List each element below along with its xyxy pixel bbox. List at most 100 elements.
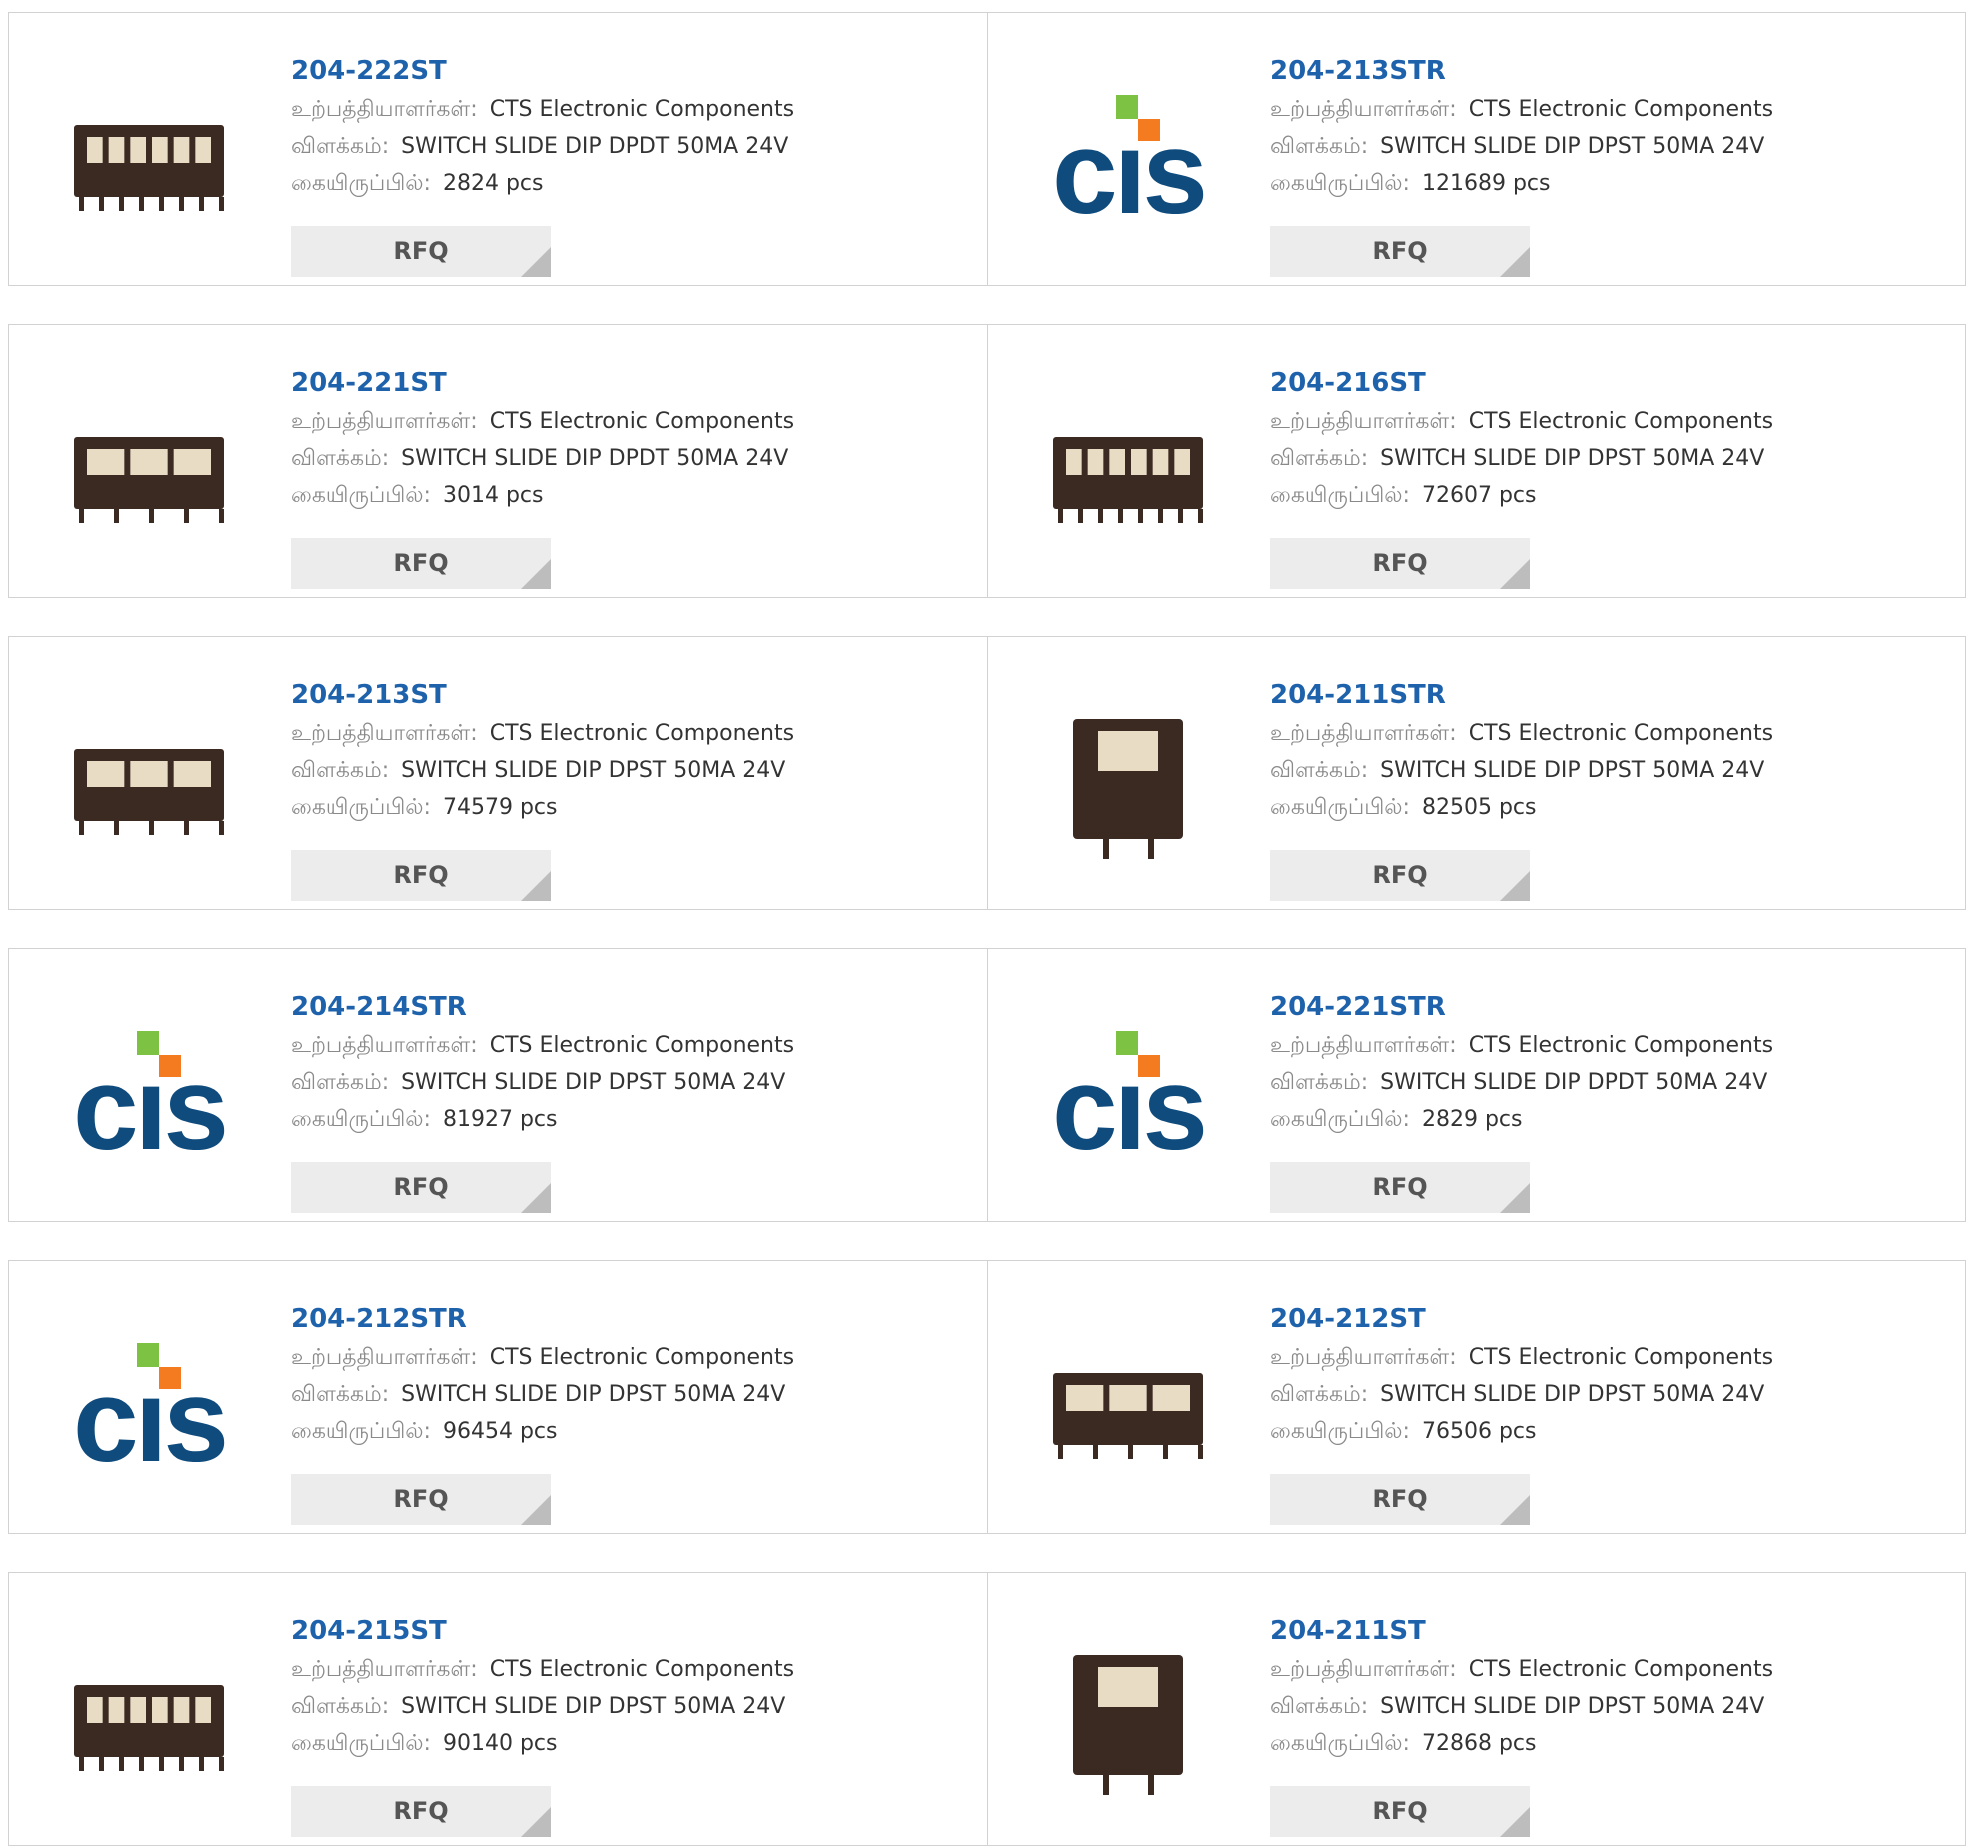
product-image[interactable]: cıs bbox=[1028, 991, 1228, 1191]
description-label: விளக்கம்: bbox=[291, 1382, 390, 1407]
stock-row: கையிருப்பில்: 76506 pcs bbox=[1270, 1413, 1955, 1450]
stock-row: கையிருப்பில்: 96454 pcs bbox=[291, 1413, 977, 1450]
manufacturer-value: CTS Electronic Components bbox=[489, 721, 795, 746]
corner-fold-icon bbox=[1500, 559, 1530, 589]
corner-fold-icon bbox=[1500, 871, 1530, 901]
description-value: SWITCH SLIDE DIP DPDT 50MA 24V bbox=[1380, 1070, 1768, 1095]
part-number-link[interactable]: 204-213STR bbox=[1270, 51, 1955, 91]
rfq-button[interactable]: RFQ bbox=[291, 538, 551, 589]
product-info: 204-215ST உற்பத்தியாளர்கள்: CTS Electroni… bbox=[291, 1611, 977, 1762]
corner-fold-icon bbox=[521, 871, 551, 901]
stock-value: 74579 pcs bbox=[442, 795, 558, 820]
product-image[interactable] bbox=[49, 679, 249, 879]
product-image[interactable] bbox=[1028, 367, 1228, 567]
product-image[interactable]: cıs bbox=[49, 1303, 249, 1503]
product-row: 204-213ST உற்பத்தியாளர்கள்: CTS Electroni… bbox=[8, 636, 1966, 910]
rfq-button[interactable]: RFQ bbox=[1270, 226, 1530, 277]
rfq-label: RFQ bbox=[393, 549, 449, 577]
part-number-link[interactable]: 204-211ST bbox=[1270, 1611, 1955, 1651]
manufacturer-label: உற்பத்தியாளர்கள்: bbox=[291, 721, 478, 746]
svg-text:cıs: cıs bbox=[1052, 1043, 1204, 1175]
description-label: விளக்கம்: bbox=[291, 758, 390, 783]
rfq-button[interactable]: RFQ bbox=[1270, 538, 1530, 589]
product-image[interactable] bbox=[1028, 1303, 1228, 1503]
product-image[interactable] bbox=[49, 55, 249, 255]
description-row: விளக்கம்: SWITCH SLIDE DIP DPST 50MA 24V bbox=[291, 752, 977, 789]
product-image[interactable] bbox=[49, 367, 249, 567]
stock-row: கையிருப்பில்: 3014 pcs bbox=[291, 477, 977, 514]
manufacturer-row: உற்பத்தியாளர்கள்: CTS Electronic Componen… bbox=[1270, 1651, 1955, 1688]
manufacturer-label: உற்பத்தியாளர்கள்: bbox=[291, 1345, 478, 1370]
manufacturer-label: உற்பத்தியாளர்கள்: bbox=[1270, 1033, 1457, 1058]
product-image[interactable] bbox=[1028, 679, 1228, 879]
manufacturer-row: உற்பத்தியாளர்கள்: CTS Electronic Componen… bbox=[291, 403, 977, 440]
stock-row: கையிருப்பில்: 74579 pcs bbox=[291, 789, 977, 826]
product-image[interactable] bbox=[49, 1615, 249, 1815]
rfq-button[interactable]: RFQ bbox=[291, 850, 551, 901]
part-number-link[interactable]: 204-222ST bbox=[291, 51, 977, 91]
part-number-link[interactable]: 204-214STR bbox=[291, 987, 977, 1027]
dip-switch-icon bbox=[1053, 1373, 1203, 1459]
description-row: விளக்கம்: SWITCH SLIDE DIP DPST 50MA 24V bbox=[1270, 752, 1955, 789]
product-image[interactable] bbox=[1028, 1615, 1228, 1815]
stock-value: 82505 pcs bbox=[1421, 795, 1537, 820]
manufacturer-label: உற்பத்தியாளர்கள்: bbox=[291, 1657, 478, 1682]
part-number-link[interactable]: 204-221STR bbox=[1270, 987, 1955, 1027]
rfq-button[interactable]: RFQ bbox=[291, 226, 551, 277]
product-row: 204-215ST உற்பத்தியாளர்கள்: CTS Electroni… bbox=[8, 1572, 1966, 1846]
rfq-label: RFQ bbox=[1372, 861, 1428, 889]
product-info: 204-213ST உற்பத்தியாளர்கள்: CTS Electroni… bbox=[291, 675, 977, 826]
part-number-link[interactable]: 204-211STR bbox=[1270, 675, 1955, 715]
manufacturer-value: CTS Electronic Components bbox=[489, 1345, 795, 1370]
manufacturer-value: CTS Electronic Components bbox=[1468, 1345, 1774, 1370]
stock-label: கையிருப்பில்: bbox=[291, 1107, 431, 1132]
rfq-button[interactable]: RFQ bbox=[1270, 1162, 1530, 1213]
manufacturer-row: உற்பத்தியாளர்கள்: CTS Electronic Componen… bbox=[1270, 91, 1955, 128]
description-label: விளக்கம்: bbox=[1270, 758, 1369, 783]
manufacturer-value: CTS Electronic Components bbox=[1468, 721, 1774, 746]
stock-value: 96454 pcs bbox=[442, 1419, 558, 1444]
cts-logo-icon: cıs bbox=[73, 1343, 229, 1487]
rfq-button[interactable]: RFQ bbox=[291, 1474, 551, 1525]
manufacturer-row: உற்பத்தியாளர்கள்: CTS Electronic Componen… bbox=[291, 715, 977, 752]
rfq-button[interactable]: RFQ bbox=[291, 1786, 551, 1837]
stock-row: கையிருப்பில்: 2829 pcs bbox=[1270, 1101, 1955, 1138]
description-row: விளக்கம்: SWITCH SLIDE DIP DPDT 50MA 24V bbox=[291, 440, 977, 477]
rfq-button[interactable]: RFQ bbox=[291, 1162, 551, 1213]
part-number-link[interactable]: 204-213ST bbox=[291, 675, 977, 715]
manufacturer-row: உற்பத்தியாளர்கள்: CTS Electronic Componen… bbox=[1270, 715, 1955, 752]
stock-row: கையிருப்பில்: 81927 pcs bbox=[291, 1101, 977, 1138]
rfq-label: RFQ bbox=[1372, 1173, 1428, 1201]
part-number-link[interactable]: 204-212ST bbox=[1270, 1299, 1955, 1339]
rfq-label: RFQ bbox=[393, 1485, 449, 1513]
stock-label: கையிருப்பில்: bbox=[1270, 171, 1410, 196]
manufacturer-value: CTS Electronic Components bbox=[1468, 409, 1774, 434]
manufacturer-label: உற்பத்தியாளர்கள்: bbox=[291, 97, 478, 122]
product-card: cıs 204-221STR உற்பத்தியாளர்கள்: CTS Elec… bbox=[987, 949, 1965, 1221]
product-card: cıs 204-213STR உற்பத்தியாளர்கள்: CTS Elec… bbox=[987, 13, 1965, 285]
manufacturer-value: CTS Electronic Components bbox=[1468, 1657, 1774, 1682]
product-card: 204-212ST உற்பத்தியாளர்கள்: CTS Electroni… bbox=[987, 1261, 1965, 1533]
rfq-button[interactable]: RFQ bbox=[1270, 850, 1530, 901]
description-row: விளக்கம்: SWITCH SLIDE DIP DPST 50MA 24V bbox=[1270, 128, 1955, 165]
stock-value: 90140 pcs bbox=[442, 1731, 558, 1756]
rfq-label: RFQ bbox=[1372, 1797, 1428, 1825]
stock-label: கையிருப்பில்: bbox=[1270, 1419, 1410, 1444]
rfq-button[interactable]: RFQ bbox=[1270, 1786, 1530, 1837]
corner-fold-icon bbox=[1500, 1807, 1530, 1837]
description-value: SWITCH SLIDE DIP DPST 50MA 24V bbox=[1380, 134, 1765, 159]
description-label: விளக்கம்: bbox=[1270, 1382, 1369, 1407]
part-number-link[interactable]: 204-212STR bbox=[291, 1299, 977, 1339]
dip-switch-icon bbox=[1073, 719, 1183, 859]
product-image[interactable]: cıs bbox=[1028, 55, 1228, 255]
part-number-link[interactable]: 204-221ST bbox=[291, 363, 977, 403]
manufacturer-value: CTS Electronic Components bbox=[489, 1657, 795, 1682]
product-info: 204-212STR உற்பத்தியாளர்கள்: CTS Electron… bbox=[291, 1299, 977, 1450]
part-number-link[interactable]: 204-215ST bbox=[291, 1611, 977, 1651]
svg-text:cıs: cıs bbox=[73, 1355, 225, 1487]
product-image[interactable]: cıs bbox=[49, 991, 249, 1191]
manufacturer-label: உற்பத்தியாளர்கள்: bbox=[1270, 97, 1457, 122]
part-number-link[interactable]: 204-216ST bbox=[1270, 363, 1955, 403]
rfq-button[interactable]: RFQ bbox=[1270, 1474, 1530, 1525]
manufacturer-value: CTS Electronic Components bbox=[489, 1033, 795, 1058]
